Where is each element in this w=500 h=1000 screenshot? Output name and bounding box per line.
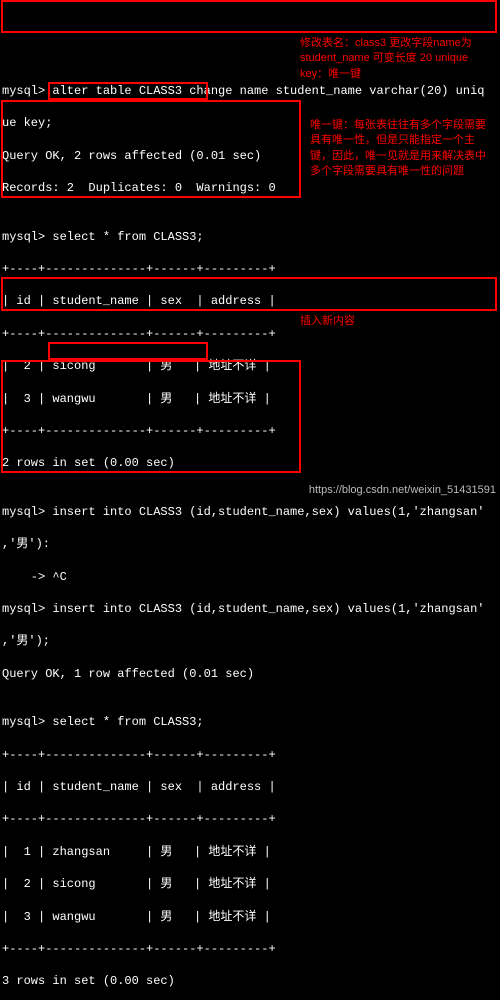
cmd-insert: mysql> insert into CLASS3 (id,student_na… [2, 601, 498, 617]
terminal-output: mysql> alter table CLASS3 change name st… [0, 65, 500, 1000]
highlight-box-alter [1, 0, 497, 33]
annotation-alter: 修改表名：class3 更改字段name为student_name 可变长度 2… [300, 36, 490, 82]
table-row: | 2 | sicong | 男 | 地址不详 | [2, 358, 498, 374]
cmd-insert-err: mysql> insert into CLASS3 (id,student_na… [2, 504, 498, 520]
table-row: | 3 | wangwu | 男 | 地址不详 | [2, 391, 498, 407]
output-records: Records: 2 Duplicates: 0 Warnings: 0 [2, 180, 498, 196]
table-border: +----+--------------+------+---------+ [2, 747, 498, 763]
cmd-alter-table: mysql> alter table CLASS3 change name st… [2, 83, 498, 99]
cmd-select-2: mysql> select * from CLASS3; [2, 714, 498, 730]
table-row: | 3 | wangwu | 男 | 地址不详 | [2, 909, 498, 925]
table-border: +----+--------------+------+---------+ [2, 423, 498, 439]
output-rowcount-1: 2 rows in set (0.00 sec) [2, 455, 498, 471]
output-rowcount-2: 3 rows in set (0.00 sec) [2, 973, 498, 989]
table-border: +----+--------------+------+---------+ [2, 811, 498, 827]
table-header-1: | id | student_name | sex | address | [2, 293, 498, 309]
cmd-select-1: mysql> select * from CLASS3; [2, 229, 498, 245]
annotation-insert: 插入新内容 [300, 314, 440, 329]
table-border: +----+--------------+------+---------+ [2, 261, 498, 277]
table-row: | 1 | zhangsan | 男 | 地址不详 | [2, 844, 498, 860]
table-border: +----+--------------+------+---------+ [2, 941, 498, 957]
annotation-unique-key: 唯一键：每张表往往有多个字段需要具有唯一性，但是只能指定一个主键，因此，唯一见就… [310, 118, 495, 180]
cmd-insert-cont: ,'男'); [2, 633, 498, 649]
watermark: https://blog.csdn.net/weixin_51431591 [309, 483, 496, 498]
cmd-insert-err-cont: ,'男'): [2, 536, 498, 552]
table-row: | 2 | sicong | 男 | 地址不详 | [2, 876, 498, 892]
output-query-ok-2: Query OK, 1 row affected (0.01 sec) [2, 666, 498, 682]
table-header-2: | id | student_name | sex | address | [2, 779, 498, 795]
cmd-cancel: -> ^C [2, 569, 498, 585]
